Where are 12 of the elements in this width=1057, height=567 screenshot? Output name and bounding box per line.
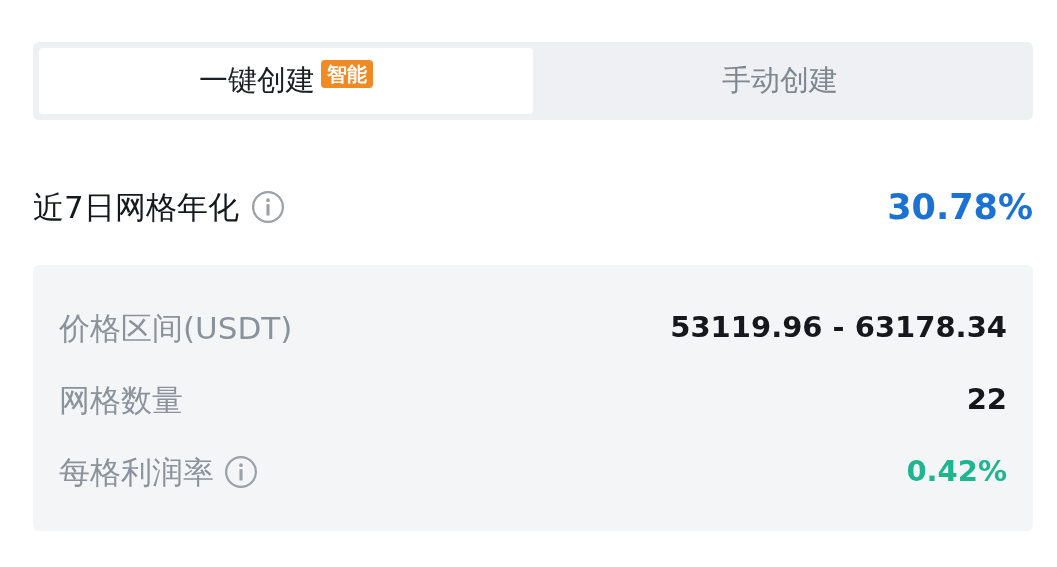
tab[interactable]: 一键创建 智能 xyxy=(39,48,533,114)
detail-value: 53119.96 - 63178.34 xyxy=(670,309,1007,347)
detail-value: 0.42% xyxy=(906,453,1007,491)
detail-label: 每格利润率 xyxy=(59,452,214,492)
detail-label: 网格数量 xyxy=(59,380,183,420)
info-icon[interactable] xyxy=(224,455,258,489)
detail-value: 22 xyxy=(966,381,1007,419)
info-icon[interactable] xyxy=(250,190,285,224)
annualized-value: 30.78% xyxy=(887,185,1033,229)
smart-badge: 智能 xyxy=(321,60,373,88)
detail-label: 价格区间(USDT) xyxy=(59,308,293,348)
annualized-label: 近7日网格年化 xyxy=(33,187,239,227)
